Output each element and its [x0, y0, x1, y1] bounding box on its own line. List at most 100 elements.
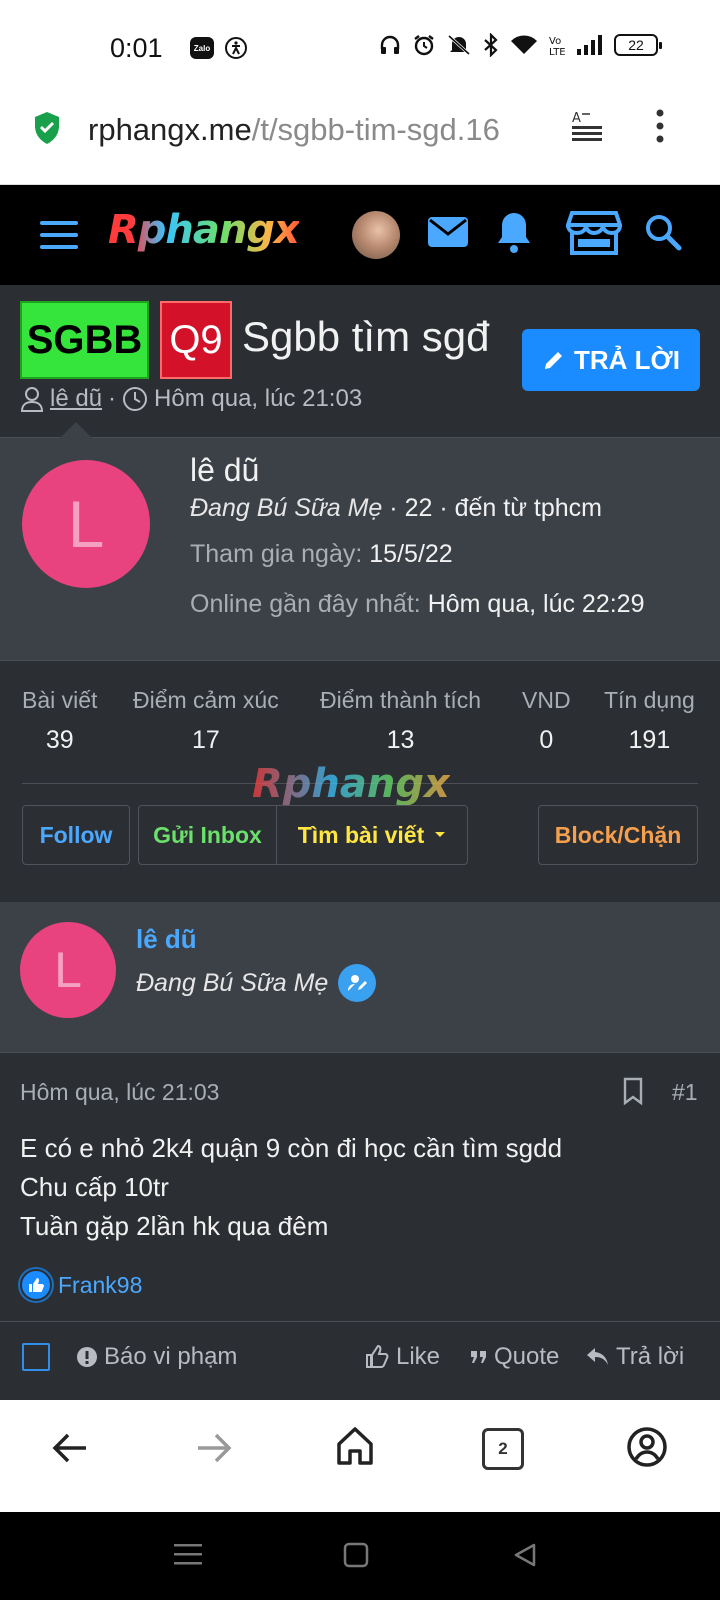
- quote-button[interactable]: Quote: [470, 1343, 559, 1371]
- report-button[interactable]: Báo vi phạm: [76, 1343, 237, 1371]
- menu-icon[interactable]: [40, 221, 78, 249]
- url-field[interactable]: rphangx.me/t/sgbb-tim-sgd.16: [88, 112, 548, 148]
- reply-label: Trả lời: [616, 1343, 685, 1370]
- member-avatar[interactable]: L: [22, 460, 150, 588]
- post-author-block: L lê dũ Đang Bú Sữa Mẹ: [0, 902, 720, 1052]
- reader-mode-icon[interactable]: A: [570, 109, 604, 143]
- stat-value: 0: [539, 726, 554, 754]
- reply-button-label: TRẢ LỜI: [574, 344, 680, 375]
- reply-button[interactable]: TRẢ LỜI: [522, 329, 700, 391]
- url-domain: rphangx.me: [88, 112, 252, 147]
- reply-arrow-icon: [587, 1348, 608, 1365]
- stat-label: VND: [522, 687, 571, 713]
- pencil-icon: [545, 352, 563, 369]
- home-icon[interactable]: [336, 1426, 374, 1466]
- find-posts-label: Tìm bài viết: [297, 821, 425, 848]
- stat-value: 39: [45, 726, 74, 754]
- thread-date[interactable]: Hôm qua, lúc 21:03: [154, 385, 362, 413]
- post-line: Chu cấp 10tr: [20, 1172, 169, 1202]
- status-time: 0:01: [110, 33, 163, 63]
- thread-prefix-q9[interactable]: Q9: [160, 301, 232, 379]
- accessibility-icon: [225, 37, 247, 59]
- stat-posts[interactable]: Bài viết 39: [22, 687, 97, 755]
- post-author-name[interactable]: lê dũ: [136, 924, 197, 955]
- reply-post-button[interactable]: Trả lời: [586, 1343, 684, 1371]
- select-post-checkbox[interactable]: [22, 1343, 50, 1371]
- thread-prefix-sgbb[interactable]: SGBB: [20, 301, 149, 379]
- stat-trophy-points[interactable]: Điểm thành tích 13: [320, 687, 481, 755]
- svg-text:LTE: LTE: [549, 47, 566, 57]
- member-title-line: Đang Bú Sữa Mẹ · 22 · đến từ tphcm: [190, 494, 602, 523]
- block-button[interactable]: Block/Chặn: [538, 805, 698, 865]
- stat-value: 13: [386, 726, 415, 754]
- post-actions: Báo vi phạm Like Quote Trả lời: [0, 1341, 720, 1381]
- back-button-icon[interactable]: [512, 1542, 538, 1568]
- member-title-extra: · 22 · đến từ tphcm: [389, 494, 602, 522]
- send-inbox-button[interactable]: Gửi Inbox: [138, 805, 276, 865]
- bluetooth-icon: [484, 33, 498, 57]
- search-icon[interactable]: [644, 213, 682, 251]
- stat-credits[interactable]: Tín dụng 191: [604, 687, 695, 755]
- reaction-user[interactable]: Frank98: [58, 1272, 142, 1299]
- thread-meta: lê dũ · Hôm qua, lúc 21:03: [20, 385, 362, 413]
- like-button[interactable]: Like: [364, 1343, 440, 1371]
- user-badge-icon: [338, 964, 377, 1002]
- site-logo[interactable]: Rphangx: [108, 207, 300, 253]
- member-user-title: Đang Bú Sữa Mẹ: [190, 494, 383, 522]
- joined-label: Tham gia ngày:: [190, 540, 363, 568]
- user-icon: [20, 387, 44, 412]
- post-author-avatar[interactable]: L: [20, 922, 116, 1018]
- headphones-icon: [380, 35, 400, 54]
- stat-vnd[interactable]: VND 0: [522, 687, 571, 755]
- reactions-bar[interactable]: Frank98: [20, 1269, 142, 1301]
- post-number[interactable]: #1: [672, 1079, 698, 1106]
- meta-separator: ·: [108, 385, 117, 412]
- post-date[interactable]: Hôm qua, lúc 21:03: [20, 1079, 219, 1106]
- more-options-icon[interactable]: [656, 109, 664, 143]
- site-header: Rphangx: [0, 185, 720, 285]
- mute-icon: [447, 34, 471, 56]
- volte-icon: VoLTE: [549, 36, 566, 57]
- profile-icon[interactable]: [626, 1426, 668, 1468]
- svg-text:A: A: [572, 111, 581, 126]
- signal-icon: [577, 35, 602, 55]
- member-last-seen: Online gần đây nhất: Hôm qua, lúc 22:29: [190, 590, 644, 619]
- post-content: E có e nhỏ 2k4 quận 9 còn đi học cần tìm…: [20, 1129, 562, 1246]
- status-left-icons: Zalo: [190, 36, 248, 60]
- status-right-icons: Vo LTE 22: [378, 33, 662, 57]
- stat-label: Điểm thành tích: [320, 687, 482, 713]
- post-line: Tuần gặp 2lần hk qua đêm: [20, 1211, 329, 1241]
- post-body: Hôm qua, lúc 21:03 #1 E có e nhỏ 2k4 quậ…: [0, 1052, 720, 1400]
- watermark-logo: Rphangx: [252, 761, 450, 807]
- member-name[interactable]: lê dũ: [190, 452, 259, 489]
- stat-reaction-score[interactable]: Điểm cảm xúc 17: [133, 687, 279, 755]
- page-title: Sgbb tìm sgđ: [242, 313, 490, 360]
- last-seen-label: Online gần đây nhất:: [190, 590, 421, 618]
- like-reaction-icon: [20, 1269, 52, 1301]
- avatar[interactable]: [352, 211, 400, 259]
- last-seen-value: Hôm qua, lúc 22:29: [427, 590, 645, 618]
- browser-url-bar: rphangx.me/t/sgbb-tim-sgd.16 A: [0, 95, 720, 185]
- stat-label: Bài viết: [22, 687, 98, 713]
- stat-value: 191: [628, 726, 671, 754]
- recents-icon[interactable]: [174, 1542, 202, 1566]
- joined-value: 15/5/22: [369, 540, 453, 568]
- secure-shield-icon[interactable]: [32, 110, 62, 146]
- bookmark-icon[interactable]: [622, 1077, 644, 1105]
- zalo-icon: Zalo: [190, 37, 214, 59]
- find-posts-button[interactable]: Tìm bài viết: [276, 805, 468, 865]
- thread-author-link[interactable]: lê dũ: [50, 385, 102, 413]
- bell-icon[interactable]: [494, 209, 534, 255]
- back-arrow-icon[interactable]: [52, 1430, 88, 1466]
- caret-down-icon: [435, 832, 446, 837]
- stat-value: 17: [191, 726, 220, 754]
- stat-label: Điểm cảm xúc: [133, 687, 279, 713]
- tab-switcher-button[interactable]: 2: [482, 1428, 524, 1470]
- forward-arrow-icon[interactable]: [196, 1430, 232, 1466]
- home-button-icon[interactable]: [343, 1542, 369, 1568]
- store-icon[interactable]: [566, 209, 622, 257]
- battery-icon: 22: [614, 34, 662, 56]
- svg-text:Vo: Vo: [549, 36, 561, 47]
- mail-icon[interactable]: [426, 209, 470, 253]
- follow-button[interactable]: Follow: [22, 805, 130, 865]
